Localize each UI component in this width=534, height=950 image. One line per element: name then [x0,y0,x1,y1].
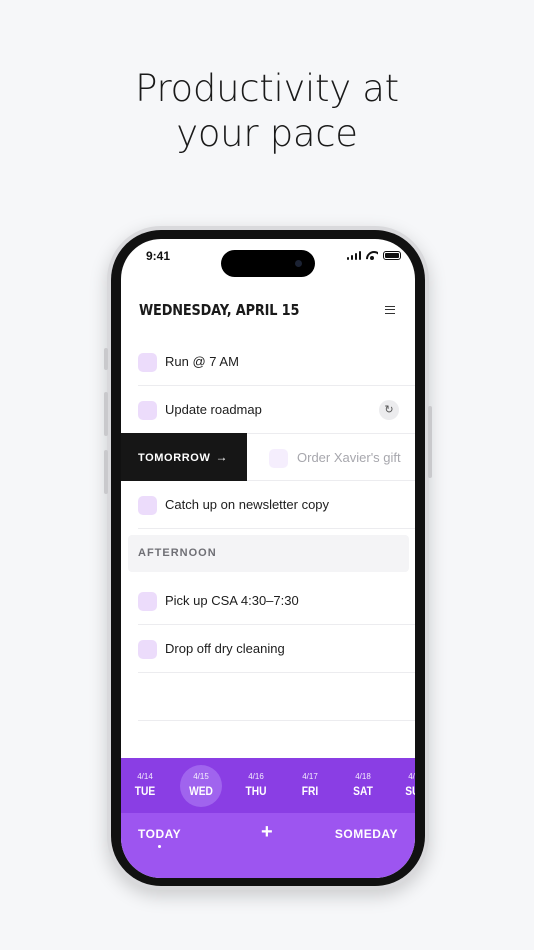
day-sat[interactable]: 4/18 SAT [340,758,386,813]
bottom-tab-bar: TODAY + SOMEDAY [121,813,415,878]
day-date: 4/15 [193,772,209,781]
phone-mute-switch [104,348,108,370]
dynamic-island [221,250,315,277]
repeat-icon: ↻ [379,400,399,420]
day-name: THU [245,784,267,798]
day-date: 4/19 [408,772,415,781]
row-divider [138,672,415,673]
cellular-signal-icon [346,251,361,260]
app-screen: 9:41 WEDNESDAY, APRIL 15 Run @ 7 AM Upda… [121,239,415,878]
add-task-button[interactable]: + [261,821,273,844]
day-date: 4/16 [248,772,264,781]
day-date: 4/14 [137,772,153,781]
phone-power-button [428,406,432,478]
task-checkbox[interactable] [138,401,157,420]
task-row-swiped[interactable]: TOMORROW → Order Xavier's gift [121,433,415,481]
tab-someday[interactable]: SOMEDAY [335,827,398,841]
day-date: 4/18 [355,772,371,781]
task-label: Drop off dry cleaning [165,641,285,656]
headline: Productivity at your pace [0,66,534,156]
wifi-icon [366,251,378,260]
week-strip: 4/14 TUE 4/15 WED 4/16 THU 4/17 FRI 4/18… [121,758,415,813]
task-row[interactable]: Pick up CSA 4:30–7:30 [121,577,415,625]
task-checkbox[interactable] [269,449,288,468]
move-to-tomorrow-button[interactable]: TOMORROW → [121,433,247,481]
day-name: SUN [405,784,415,798]
day-sun[interactable]: 4/19 SUN [393,758,415,813]
task-row[interactable]: Update roadmap ↻ [121,386,415,434]
day-name: SAT [353,784,373,798]
task-checkbox[interactable] [138,592,157,611]
task-row[interactable]: Drop off dry cleaning [121,625,415,673]
task-row[interactable]: Run @ 7 AM [121,338,415,386]
status-icons [346,251,401,260]
menu-icon[interactable] [385,306,395,314]
day-tue[interactable]: 4/14 TUE [122,758,168,813]
camera-icon [295,260,302,267]
empty-row-divider [138,720,415,721]
phone-volume-down [104,450,108,494]
move-to-tomorrow-label: TOMORROW [138,452,211,464]
headline-line-1: Productivity at [135,67,399,110]
task-label: Order Xavier's gift [297,450,401,465]
task-label: Pick up CSA 4:30–7:30 [165,593,299,608]
section-header-afternoon: AFTERNOON [128,535,409,572]
task-row[interactable]: Catch up on newsletter copy [121,481,415,529]
task-label: Run @ 7 AM [165,354,239,369]
row-divider [138,528,415,529]
day-name: TUE [134,784,156,798]
status-time: 9:41 [146,249,171,263]
day-thu[interactable]: 4/16 THU [233,758,279,813]
arrow-right-icon: → [215,450,229,464]
task-checkbox[interactable] [138,496,157,515]
phone-volume-up [104,392,108,436]
active-tab-indicator [158,845,161,848]
page-title: WEDNESDAY, APRIL 15 [139,301,300,319]
day-name: FRI [301,784,319,798]
task-label: Update roadmap [165,402,262,417]
headline-line-2: your pace [176,112,358,155]
tab-today[interactable]: TODAY [138,827,181,841]
task-checkbox[interactable] [138,640,157,659]
task-label: Catch up on newsletter copy [165,497,330,512]
day-name: WED [189,784,213,798]
task-checkbox[interactable] [138,353,157,372]
day-date: 4/17 [302,772,318,781]
day-fri[interactable]: 4/17 FRI [287,758,333,813]
battery-icon [383,251,401,260]
day-wed[interactable]: 4/15 WED [178,758,224,813]
